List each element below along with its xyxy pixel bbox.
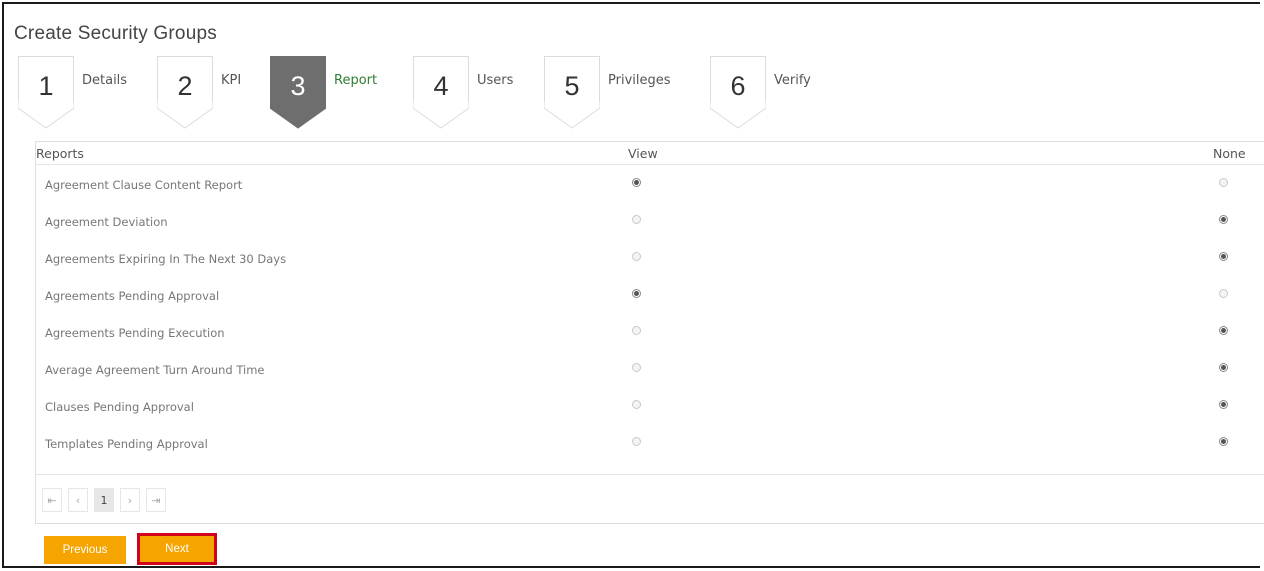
table-row: Agreements Expiring In The Next 30 Days [36,239,1264,276]
view-radio[interactable] [632,215,641,224]
previous-page-button[interactable]: ‹ [68,488,88,512]
step-label: KPI [221,73,242,88]
step-number: 5 [544,56,600,104]
page-title: Create Security Groups [14,23,217,44]
next-button[interactable]: Next [137,533,217,565]
view-radio[interactable] [632,363,641,372]
table-row: Clauses Pending Approval [36,387,1264,424]
report-name: Agreement Deviation [45,215,168,229]
none-radio[interactable] [1219,363,1228,372]
report-name: Average Agreement Turn Around Time [45,363,265,377]
step-pointer [413,102,469,129]
column-header-reports: Reports [36,146,84,161]
view-radio[interactable] [632,326,641,335]
view-radio[interactable] [632,178,641,187]
last-page-button[interactable]: ⇥ [146,488,166,512]
table-row: Agreements Pending Execution [36,313,1264,350]
grid-header: Reports View None [36,142,1264,165]
reports-grid: Reports View None Agreement Clause Conte… [35,141,1264,524]
step-number: 2 [157,56,213,104]
step-number: 1 [18,56,74,104]
next-page-button[interactable]: › [120,488,140,512]
previous-button[interactable]: Previous [44,536,126,564]
table-row: Agreement Clause Content Report [36,165,1264,202]
step-number: 3 [270,56,326,104]
current-page[interactable]: 1 [94,488,114,512]
report-name: Agreements Expiring In The Next 30 Days [45,252,287,266]
none-radio[interactable] [1219,437,1228,446]
step-number: 4 [413,56,469,104]
column-header-view: View [628,146,658,161]
report-name: Agreements Pending Approval [45,289,220,303]
step-label: Report [334,73,378,88]
create-security-groups-panel: Create Security Groups 1 Details 2 KPI 3… [2,2,1264,568]
step-label: Details [82,73,128,88]
step-pointer [544,102,600,129]
table-row: Agreement Deviation [36,202,1264,239]
step-pointer [710,102,766,129]
step-label: Privileges [608,73,671,88]
none-radio[interactable] [1219,326,1228,335]
view-radio[interactable] [632,400,641,409]
view-radio[interactable] [632,437,641,446]
none-radio[interactable] [1219,289,1228,298]
report-name: Clauses Pending Approval [45,400,194,414]
view-radio[interactable] [632,289,641,298]
grid-footer-divider [36,474,1264,475]
column-header-none: None [1213,146,1246,161]
step-label: Users [477,73,514,88]
step-label: Verify [774,73,811,88]
none-radio[interactable] [1219,215,1228,224]
pager: ⇤ ‹ 1 › ⇥ [42,488,166,512]
report-name: Templates Pending Approval [45,437,208,451]
none-radio[interactable] [1219,400,1228,409]
step-pointer [157,102,213,129]
step-pointer [270,102,326,129]
table-row: Agreements Pending Approval [36,276,1264,313]
step-pointer [18,102,74,129]
none-radio[interactable] [1219,252,1228,261]
table-row: Average Agreement Turn Around Time [36,350,1264,387]
report-name: Agreements Pending Execution [45,326,225,340]
step-number: 6 [710,56,766,104]
table-row: Templates Pending Approval [36,424,1264,461]
first-page-button[interactable]: ⇤ [42,488,62,512]
report-name: Agreement Clause Content Report [45,178,243,192]
view-radio[interactable] [632,252,641,261]
none-radio[interactable] [1219,178,1228,187]
